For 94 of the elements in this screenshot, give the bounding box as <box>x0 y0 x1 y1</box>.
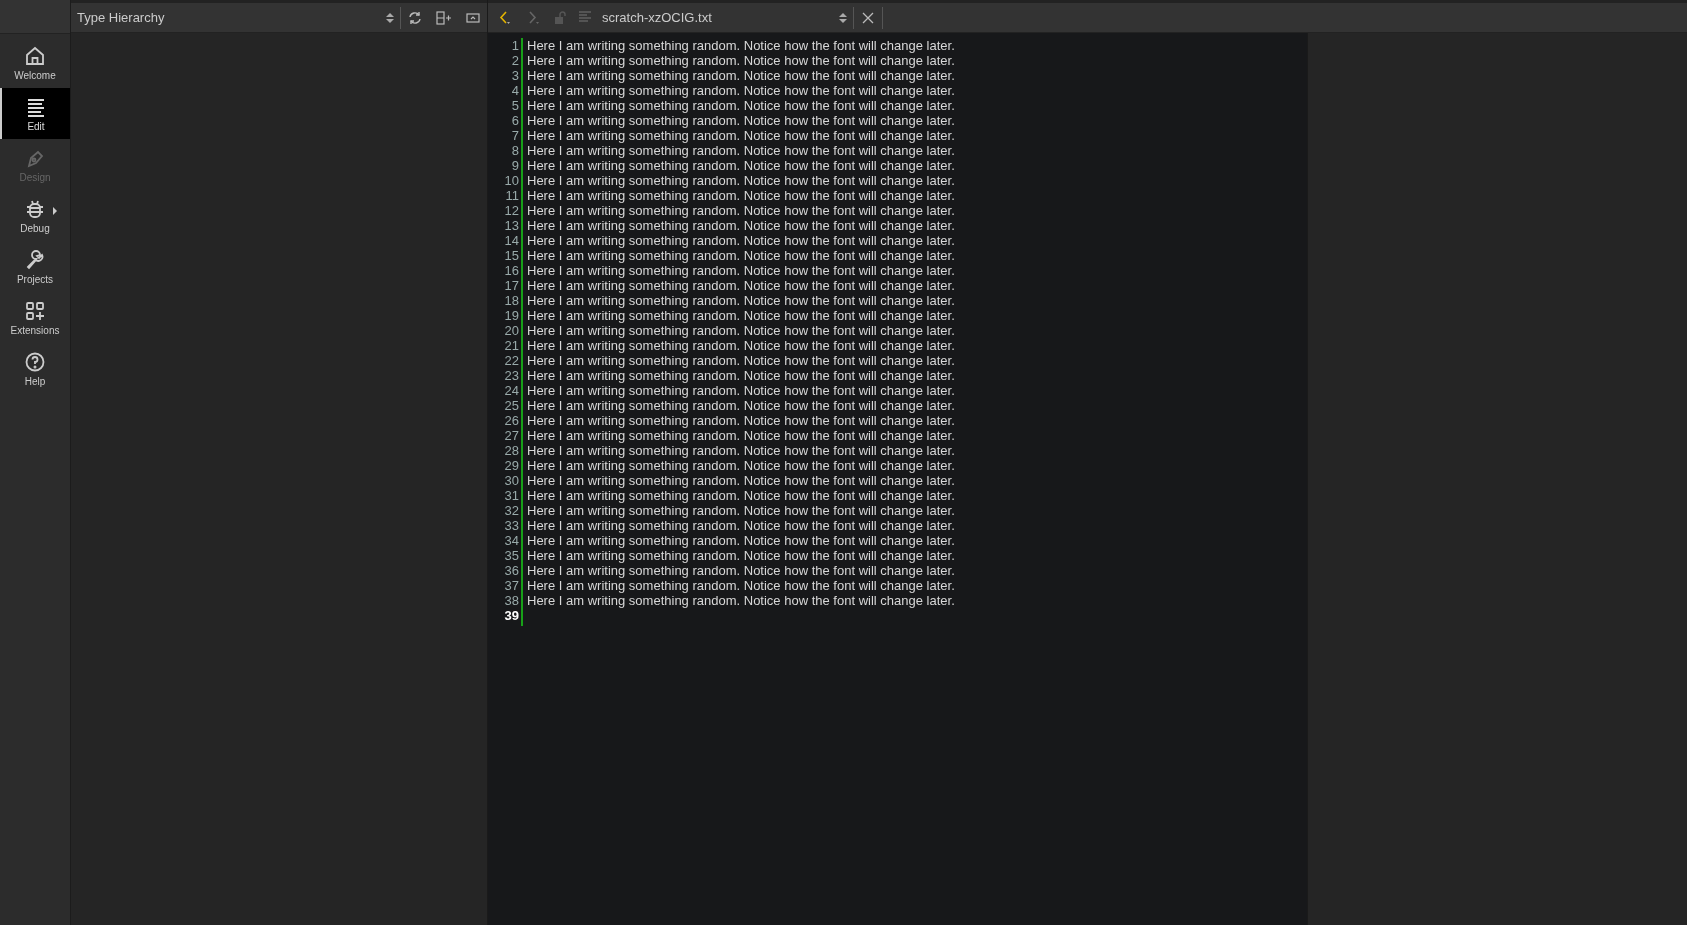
code-line: Here I am writing something random. Notice how the font will change later. <box>527 98 955 113</box>
line-number: 19 <box>503 308 520 323</box>
mode-button[interactable]: Extensions <box>0 292 70 343</box>
line-number: 16 <box>503 263 520 278</box>
line-number: 31 <box>503 488 520 503</box>
code-line: Here I am writing something random. Notice how the font will change later. <box>527 368 955 383</box>
line-number: 24 <box>503 383 520 398</box>
home-icon <box>24 44 46 67</box>
line-number: 30 <box>503 473 520 488</box>
line-number: 23 <box>503 368 520 383</box>
code-line: Here I am writing something random. Notice how the font will change later. <box>527 263 955 278</box>
code-line: Here I am writing something random. Notice how the font will change later. <box>527 533 955 548</box>
code-line: Here I am writing something random. Notice how the font will change later. <box>527 173 955 188</box>
updown-arrows-icon <box>839 11 847 24</box>
sync-icon[interactable] <box>408 10 422 25</box>
code-line: Here I am writing something random. Notice how the font will change later. <box>527 413 955 428</box>
code-line: Here I am writing something random. Notice how the font will change later. <box>527 488 955 503</box>
code-line: Here I am writing something random. Notice how the font will change later. <box>527 428 955 443</box>
line-number: 28 <box>503 443 520 458</box>
line-number: 22 <box>503 353 520 368</box>
file-dropdown[interactable]: scratch-xzOCIG.txt <box>592 10 853 25</box>
code-line: Here I am writing something random. Notice how the font will change later. <box>527 578 955 593</box>
mode-button[interactable]: Edit <box>0 88 70 139</box>
line-number: 33 <box>503 518 520 533</box>
line-number: 13 <box>503 218 520 233</box>
line-number: 34 <box>503 533 520 548</box>
code-line: Here I am writing something random. Notice how the font will change later. <box>527 293 955 308</box>
code-line: Here I am writing something random. Notice how the font will change later. <box>527 338 955 353</box>
code-line: Here I am writing something random. Notice how the font will change later. <box>527 398 955 413</box>
line-number: 21 <box>503 338 520 353</box>
code-line: Here I am writing something random. Notice how the font will change later. <box>527 128 955 143</box>
code-line: Here I am writing something random. Notice how the font will change later. <box>527 308 955 323</box>
line-number: 14 <box>503 233 520 248</box>
squares-plus-icon <box>24 299 46 322</box>
line-number: 32 <box>503 503 520 518</box>
line-number: 4 <box>510 83 520 98</box>
line-number: 18 <box>503 293 520 308</box>
code-line: Here I am writing something random. Notice how the font will change later. <box>527 563 955 578</box>
code-line: Here I am writing something random. Notice how the font will change later. <box>527 503 955 518</box>
mode-button[interactable]: Welcome <box>0 37 70 88</box>
line-number: 5 <box>510 98 520 113</box>
line-number: 35 <box>503 548 520 563</box>
code-line: Here I am writing something random. Notice how the font will change later. <box>527 53 955 68</box>
line-number: 7 <box>510 128 520 143</box>
code-line: Here I am writing something random. Notice how the font will change later. <box>527 38 955 53</box>
line-number: 39 <box>503 608 520 623</box>
line-number: 17 <box>503 278 520 293</box>
code-line: Here I am writing something random. Notice how the font will change later. <box>527 458 955 473</box>
line-number: 25 <box>503 398 520 413</box>
updown-arrows-icon <box>386 11 394 24</box>
code-line: Here I am writing something random. Notice how the font will change later. <box>527 158 955 173</box>
line-number: 8 <box>510 143 520 158</box>
code-line: Here I am writing something random. Notice how the font will change later. <box>527 593 955 608</box>
code-line: Here I am writing something random. Notice how the font will change later. <box>527 203 955 218</box>
code-line: Here I am writing something random. Notice how the font will change later. <box>527 323 955 338</box>
code-line: Here I am writing something random. Notice how the font will change later. <box>527 518 955 533</box>
line-number: 38 <box>503 593 520 608</box>
code-line: Here I am writing something random. Notice how the font will change later. <box>527 353 955 368</box>
code-line: Here I am writing something random. Notice how the font will change later. <box>527 113 955 128</box>
code-line: Here I am writing something random. Notice how the font will change later. <box>527 233 955 248</box>
code-line: Here I am writing something random. Notice how the font will change later. <box>527 248 955 263</box>
mode-button[interactable]: Help <box>0 343 70 394</box>
line-number: 26 <box>503 413 520 428</box>
window-icon[interactable] <box>466 11 480 24</box>
line-number: 29 <box>503 458 520 473</box>
code-line: Here I am writing something random. Notice how the font will change later. <box>527 68 955 83</box>
line-number: 9 <box>510 158 520 173</box>
code-line: Here I am writing something random. Notice how the font will change later. <box>527 548 955 563</box>
help-icon <box>24 350 46 373</box>
line-number: 2 <box>510 53 520 68</box>
line-number: 10 <box>503 173 520 188</box>
code-line: Here I am writing something random. Notice how the font will change later. <box>527 278 955 293</box>
line-number: 20 <box>503 323 520 338</box>
code-line: Here I am writing something random. Notice how the font will change later. <box>527 188 955 203</box>
mode-button[interactable]: Projects <box>0 241 70 292</box>
line-number: 3 <box>510 68 520 83</box>
code-line: Here I am writing something random. Notice how the font will change later. <box>527 83 955 98</box>
code-line: Here I am writing something random. Notice how the font will change later. <box>527 473 955 488</box>
code-line: Here I am writing something random. Notice how the font will change later. <box>527 218 955 233</box>
code-line: Here I am writing something random. Notice how the font will change later. <box>527 143 955 158</box>
mode-button[interactable]: Debug <box>0 190 70 241</box>
line-number: 11 <box>504 188 520 203</box>
line-number: 12 <box>503 203 520 218</box>
line-number: 1 <box>510 38 520 53</box>
code-line: Here I am writing something random. Notice how the font will change later. <box>527 443 955 458</box>
line-number: 36 <box>503 563 520 578</box>
line-number: 15 <box>503 248 520 263</box>
split-add-icon[interactable] <box>436 10 452 25</box>
close-icon[interactable] <box>862 11 874 24</box>
line-number: 37 <box>503 578 520 593</box>
code-editor[interactable] <box>488 33 1307 925</box>
line-number: 27 <box>503 428 520 443</box>
code-line: Here I am writing something random. Notice how the font will change later. <box>527 383 955 398</box>
line-number: 6 <box>510 113 520 128</box>
